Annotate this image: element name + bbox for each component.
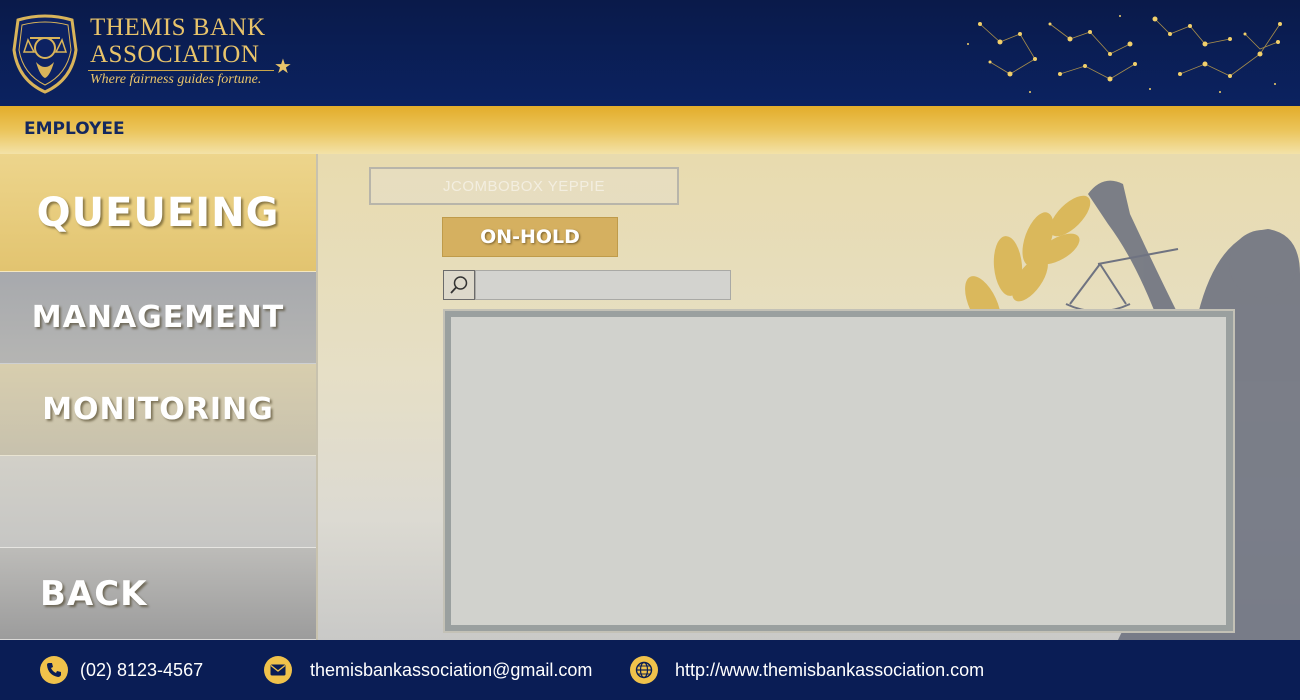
sidebar-nav: QUEUEING MANAGEMENT MONITORING BACK (0, 154, 318, 640)
mail-icon (264, 656, 292, 684)
scales-badge-icon (12, 14, 78, 94)
globe-icon (630, 656, 658, 684)
brand-name: THEMIS BANK ASSOCIATION (90, 14, 266, 68)
sidebar-item-queueing[interactable]: QUEUEING (0, 154, 316, 272)
search-button[interactable] (443, 270, 475, 300)
constellation-graphic (967, 15, 1282, 93)
contact-footer: (02) 8123-4567 themisbankassociation@gma… (0, 640, 1300, 700)
back-button[interactable]: BACK (0, 548, 316, 640)
sidebar-item-empty (0, 456, 316, 548)
brand-line-2: ASSOCIATION (90, 41, 260, 68)
role-bar: EMPLOYEE (0, 106, 1300, 154)
brand-divider (88, 70, 274, 71)
on-hold-button[interactable]: ON-HOLD (442, 217, 618, 257)
sidebar-item-management[interactable]: MANAGEMENT (0, 272, 316, 364)
footer-website: http://www.themisbankassociation.com (675, 660, 985, 680)
brand-line-1: THEMIS BANK (90, 14, 266, 41)
role-label: EMPLOYEE (24, 119, 125, 139)
footer-email: themisbankassociation@gmail.com (310, 660, 593, 680)
app-header: THEMIS BANK ASSOCIATION Where fairness g… (0, 0, 1300, 106)
phone-icon (40, 656, 68, 684)
star-icon: ★ (274, 56, 292, 78)
sidebar-item-monitoring[interactable]: MONITORING (0, 364, 316, 456)
queue-combobox[interactable]: JCOMBOBOX YEPPIE (369, 167, 679, 205)
brand-tagline: Where fairness guides fortune. (90, 72, 262, 87)
search-icon (450, 276, 468, 294)
queue-table[interactable] (451, 317, 1226, 625)
footer-phone: (02) 8123-4567 (80, 660, 204, 680)
search-input[interactable] (475, 270, 731, 300)
